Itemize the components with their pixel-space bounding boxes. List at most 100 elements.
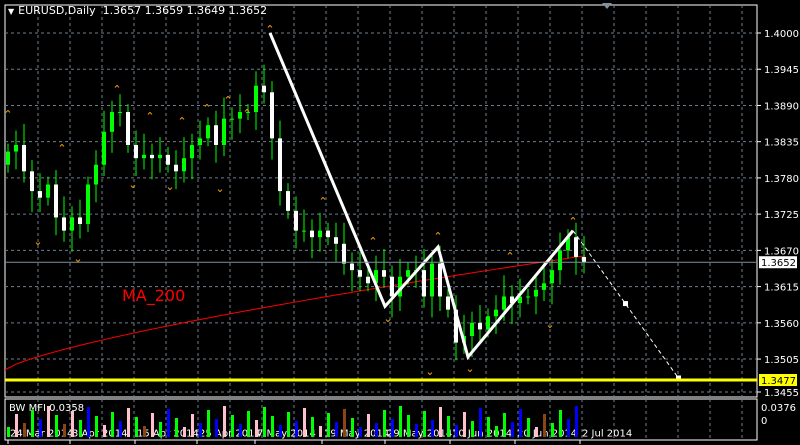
fractal-up-icon: ⌃ [318,195,327,208]
chart-shift-icon[interactable] [602,3,612,9]
candle [214,110,218,163]
candle [238,94,242,134]
price-chart[interactable]: 1.4000 1.3945 1.3890 1.3835 1.3780 1.3725 1.36… [0,0,800,445]
mfi-bar [375,423,378,437]
candle [334,222,338,262]
fractal-up-icon: ⌃ [3,108,12,121]
mfi-bar [511,422,514,437]
mfi-bar [519,409,522,437]
mfi-bar [351,418,354,437]
mfi-bar [367,414,370,437]
mfi-bar [343,409,346,437]
fractal-down-icon: ⌄ [425,365,434,378]
candle [294,196,298,249]
mfi-bar [127,408,130,437]
mfi-bar [567,419,570,437]
candle [142,133,146,170]
candle [278,120,282,206]
mfi-bar [287,412,290,437]
candle [70,206,74,252]
candle [22,123,26,183]
fractal-down-icon: ⌄ [73,252,82,265]
candle [134,130,138,176]
candle [342,222,346,275]
candle [150,143,154,180]
candle [582,235,586,274]
fractal-down-icon: ⌄ [165,180,174,193]
mfi-bar [215,419,218,437]
mfi-bar [255,420,258,437]
price-label: 1.3780 [764,174,799,185]
fractal-down-icon: ⌄ [215,182,224,195]
mfi-bar [207,410,210,437]
mfi-bar [319,426,322,437]
mfi-bar [487,417,490,437]
mfi-bar [359,427,362,437]
mfi-bar [119,421,122,437]
projection-point[interactable] [623,301,628,307]
mfi-bar [335,422,338,437]
mfi-bar [295,421,298,437]
candle [358,252,362,292]
mfi-bar [279,425,282,437]
candle [158,137,162,173]
price-label: 1.3670 [764,246,799,257]
mfi-bar [447,416,450,437]
dropdown-arrow-icon[interactable]: ▼ [8,7,14,16]
candle [286,183,290,219]
date-label: 2 Jul 2014 [582,428,632,439]
fractal-up-icon: ⌃ [112,83,121,96]
mfi-bar [575,406,578,437]
mfi-bar [87,407,90,437]
mfi-bar [247,411,250,437]
mfi-bar [495,426,498,437]
candle [62,196,66,242]
mfi-bar [543,414,546,437]
candle [534,275,538,315]
fractal-up-icon: ⌃ [433,230,442,243]
candle [118,94,122,127]
candle [126,104,130,153]
price-label: 1.3725 [764,210,799,221]
date-label: 19 May 2014 [324,428,389,439]
mfi-bar [39,419,42,437]
candle [310,219,314,259]
mfi-bar [143,426,146,437]
mfi-bar [271,416,274,437]
mfi-bar [455,425,458,437]
mfi-bar [23,423,26,437]
price-label: 1.3835 [764,138,799,149]
mfi-bar [407,415,410,437]
fractal-up-icon: ⌃ [368,235,377,248]
candle [166,146,170,173]
candle [382,249,386,288]
chart-window[interactable]: 1.4000 1.3945 1.3890 1.3835 1.3780 1.3725 1.36… [0,0,800,445]
mfi-bar [239,424,242,437]
mfi-bar [95,416,98,437]
fractal-down-icon: ⌄ [545,318,554,331]
candle [78,199,82,239]
price-label: 1.3560 [764,319,799,330]
mfi-bar [439,407,442,437]
candle [14,130,18,170]
fractal-up-icon: ⌃ [57,142,66,155]
mfi-bar [191,414,194,437]
candle [102,110,106,176]
mfi-bar [263,407,266,437]
price-label: 1.3505 [764,355,799,366]
mfi-bar [151,413,154,437]
candle [190,133,194,180]
candle [30,160,34,213]
fractal-up-icon: ⌃ [202,102,211,115]
mfi-bar [175,418,178,437]
candle [38,173,42,213]
mfi-bar [183,427,186,437]
candle [326,222,330,246]
current-price-label: 1.3652 [761,258,796,269]
mfi-bar [423,411,426,437]
mfi-bar [199,423,202,437]
mfi-bar [383,410,386,437]
fractal-up-icon: ⌃ [242,107,251,120]
candle [398,258,402,311]
hline-price-label: 1.3477 [761,376,796,387]
